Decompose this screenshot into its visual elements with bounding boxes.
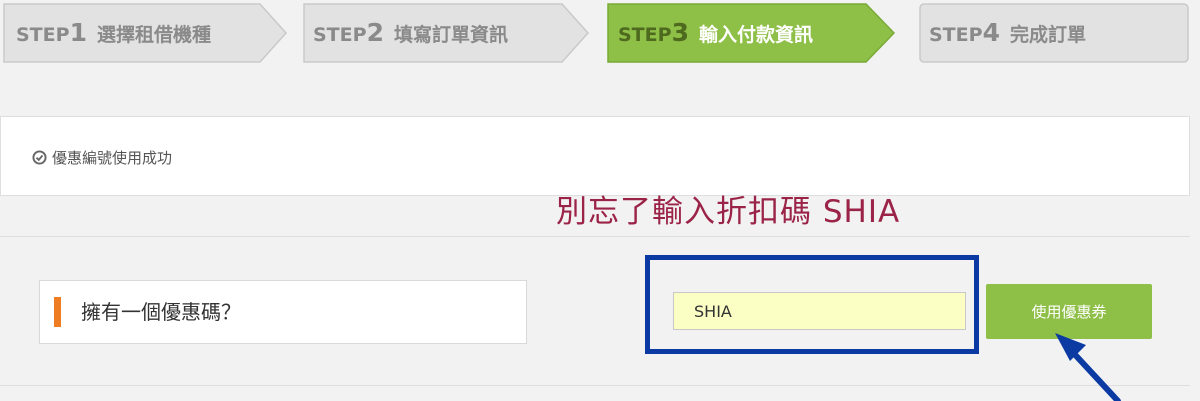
- step-4-number: 4: [982, 18, 1000, 47]
- step-3-label: STEP3 輸入付款資訊: [618, 4, 813, 62]
- step-1-number: 1: [69, 18, 87, 47]
- step-2-number: 2: [366, 18, 384, 47]
- step-4-title: 完成訂單: [1009, 24, 1086, 46]
- step-3-title: 輸入付款資訊: [698, 24, 813, 46]
- step-3-lead: STEP: [618, 24, 672, 46]
- checkout-steps: STEP1 選擇租借機種 STEP2 填寫訂單資訊 STEP3 輸入付款資訊 STEP…: [0, 3, 1200, 64]
- accent-bar: [54, 297, 61, 327]
- coupon-code-input[interactable]: [673, 292, 966, 330]
- step-2-title: 填寫訂單資訊: [393, 24, 508, 46]
- coupon-panel: 擁有一個優惠碼？ 使用優惠券: [0, 236, 1190, 386]
- step-1-title: 選擇租借機種: [96, 24, 211, 46]
- check-circle-icon: [32, 150, 47, 165]
- success-message-text: 優惠編號使用成功: [52, 149, 173, 167]
- step-2-lead: STEP: [313, 24, 367, 46]
- apply-coupon-button[interactable]: 使用優惠券: [986, 284, 1152, 339]
- coupon-success-panel: 優惠編號使用成功: [0, 116, 1190, 196]
- step-2-label: STEP2 填寫訂單資訊: [313, 4, 508, 62]
- step-3-number: 3: [671, 18, 689, 47]
- step-4-lead: STEP: [929, 24, 983, 46]
- step-4-label: STEP4 完成訂單: [929, 4, 1086, 62]
- coupon-label: 擁有一個優惠碼？: [81, 300, 241, 324]
- coupon-label-box: 擁有一個優惠碼？: [39, 280, 527, 344]
- step-1-lead: STEP: [16, 24, 70, 46]
- success-message: 優惠編號使用成功: [32, 147, 172, 168]
- coupon-annotation: 別忘了輸入折扣碼 SHIA: [556, 194, 901, 230]
- step-1-label: STEP1 選擇租借機種: [16, 4, 211, 62]
